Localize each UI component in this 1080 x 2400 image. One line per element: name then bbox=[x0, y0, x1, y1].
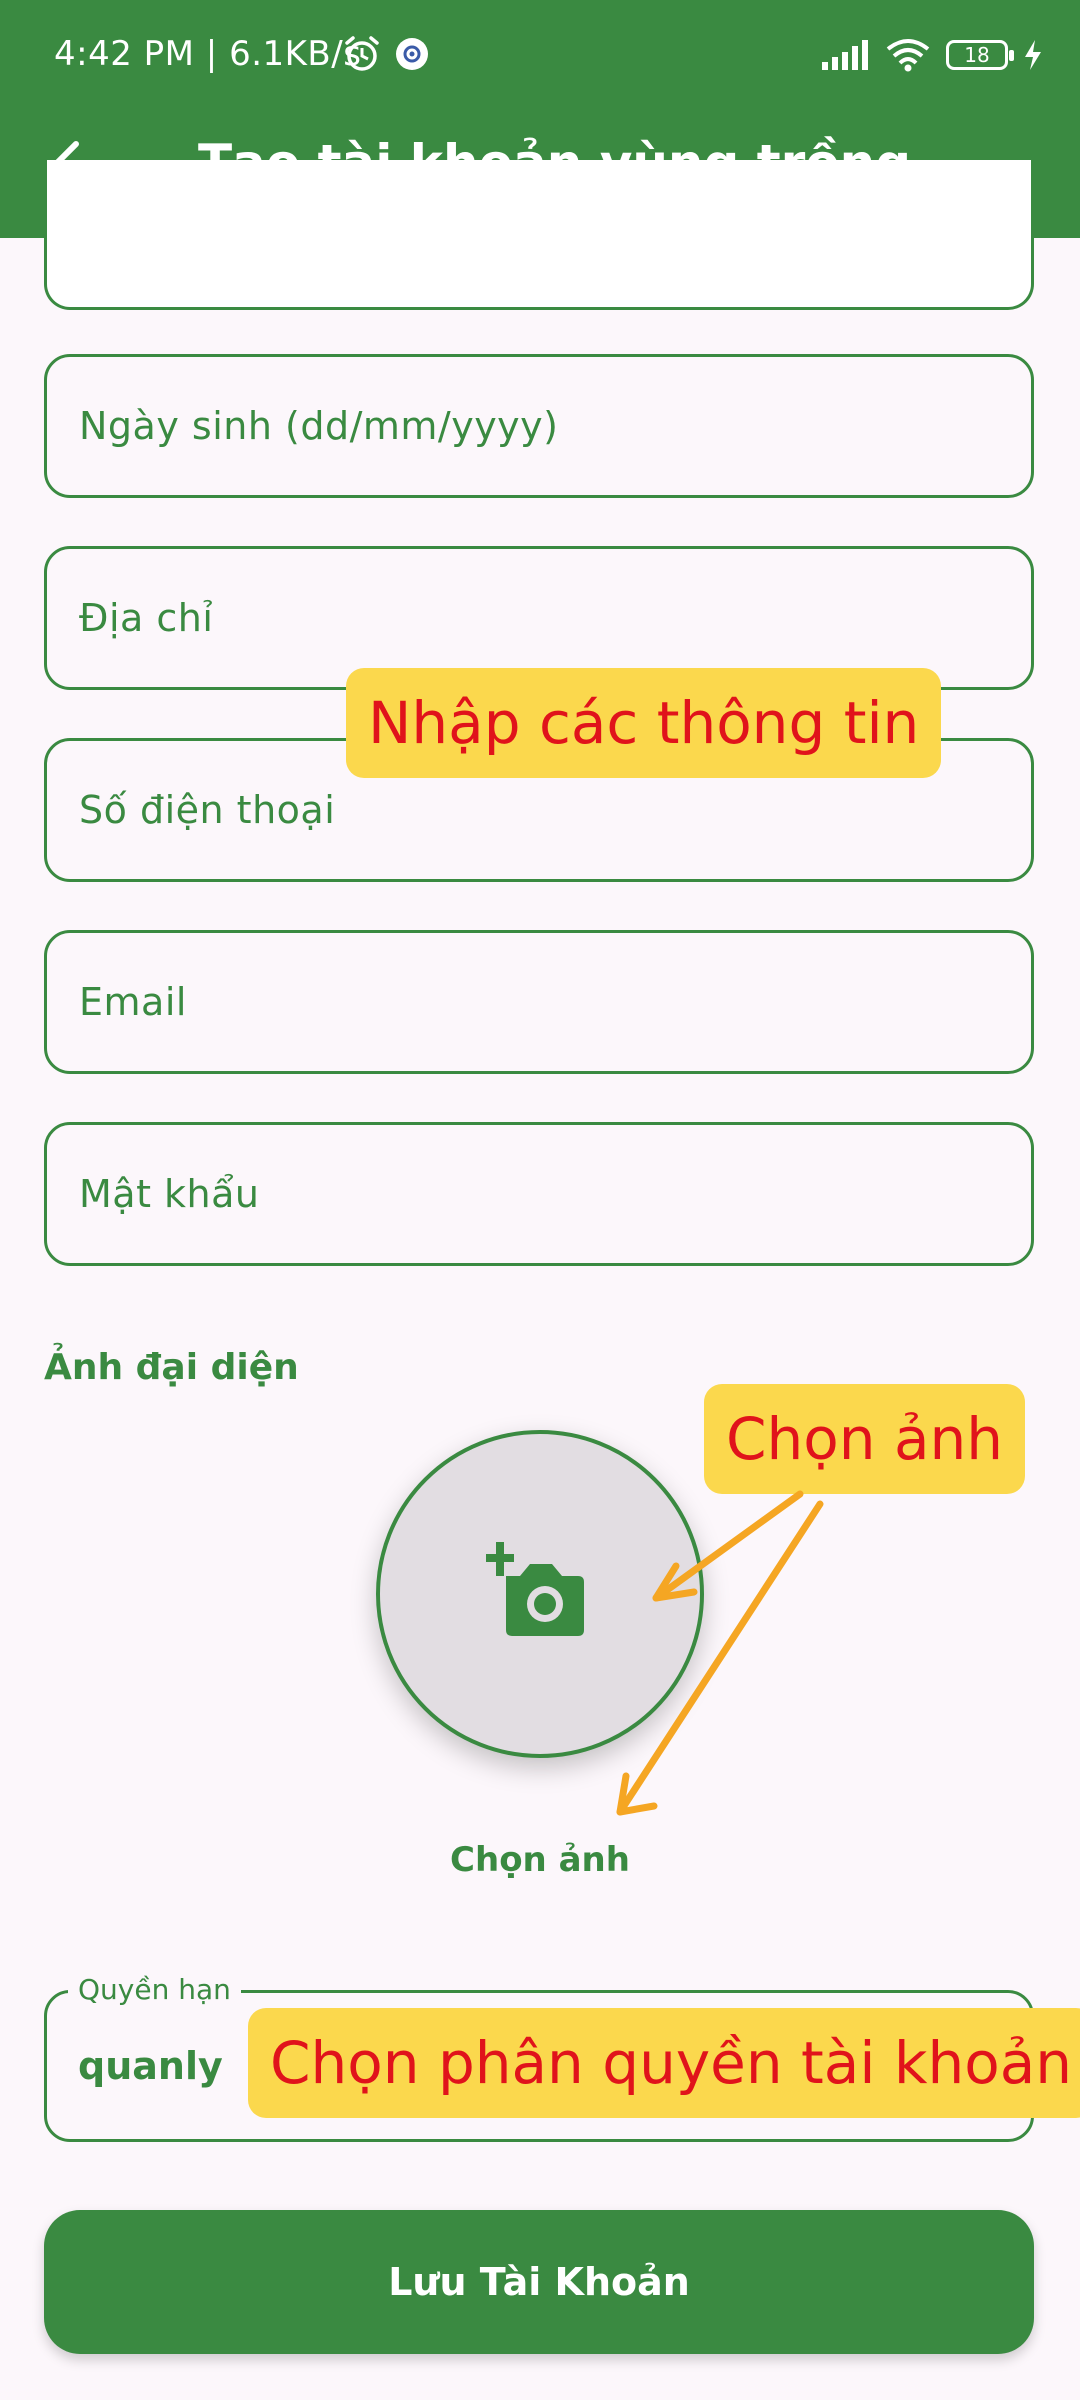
password-placeholder: Mật khẩu bbox=[79, 1172, 260, 1216]
settings-icon bbox=[396, 38, 428, 70]
status-time: 4:42 PM | 6.1KB/s bbox=[54, 34, 362, 74]
wifi-icon bbox=[886, 39, 930, 72]
callout-enter-info: Nhập các thông tin bbox=[346, 668, 942, 778]
birthdate-field[interactable]: Ngày sinh (dd/mm/yyyy) bbox=[44, 354, 1034, 498]
signal-icon bbox=[822, 40, 868, 70]
callout-choose-image: Chọn ảnh bbox=[704, 1384, 1026, 1494]
alarm-icon bbox=[345, 36, 379, 71]
avatar-label: Ảnh đại diện bbox=[44, 1347, 299, 1388]
password-field[interactable]: Mật khẩu bbox=[44, 1122, 1034, 1266]
choose-image-label[interactable]: Chọn ảnh bbox=[0, 1832, 1080, 1888]
charging-icon bbox=[1025, 40, 1041, 70]
birthdate-placeholder: Ngày sinh (dd/mm/yyyy) bbox=[79, 404, 559, 448]
partial-input-field[interactable] bbox=[44, 160, 1034, 310]
phone-placeholder: Số điện thoại bbox=[79, 788, 336, 832]
email-field[interactable]: Email bbox=[44, 930, 1034, 1074]
role-legend: Quyền hạn bbox=[68, 1972, 241, 2008]
email-placeholder: Email bbox=[79, 980, 187, 1024]
status-icons: 18 bbox=[820, 32, 1044, 78]
save-account-button[interactable]: Lưu Tài Khoản bbox=[44, 2210, 1034, 2354]
callout-choose-role: Chọn phân quyền tài khoản bbox=[248, 2008, 1080, 2118]
add-photo-icon bbox=[486, 1542, 584, 1636]
avatar-picker-button[interactable] bbox=[376, 1430, 704, 1758]
address-placeholder: Địa chỉ bbox=[79, 596, 214, 640]
role-value: quanly bbox=[78, 2044, 223, 2088]
battery-icon: 18 bbox=[946, 40, 1014, 70]
